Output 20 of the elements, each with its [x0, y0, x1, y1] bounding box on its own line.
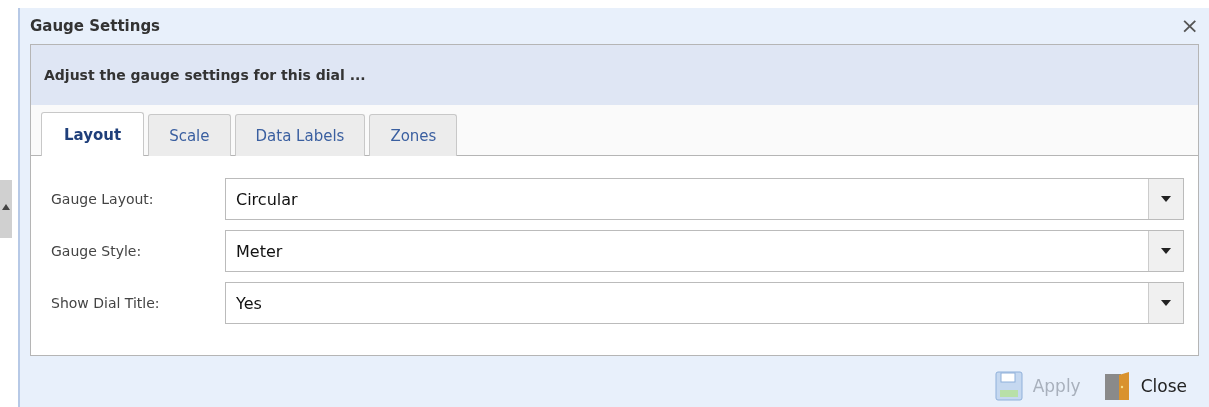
tab[interactable]: Layout — [41, 112, 145, 156]
dropdown-arrow-icon — [1161, 300, 1171, 306]
field-label: Show Dial Title: — [51, 295, 161, 311]
field-label: Gauge Layout: — [51, 191, 155, 207]
header-text: Adjust the gauge settings for this dial ... — [44, 67, 366, 83]
dropdown[interactable]: Circular — [225, 178, 1184, 220]
dropdown-arrow-icon — [1161, 196, 1171, 202]
tab[interactable]: Scale — [148, 114, 231, 156]
door-icon — [1102, 370, 1131, 401]
dropdown-arrow-icon — [1161, 248, 1171, 254]
close-dialog-button[interactable]: Close — [1102, 370, 1187, 401]
dropdown[interactable]: Meter — [225, 230, 1184, 272]
scroll-up-arrow-icon[interactable] — [2, 204, 10, 210]
tab[interactable]: Data Labels — [234, 114, 366, 156]
dropdown[interactable]: Yes — [225, 282, 1184, 324]
dialog-title: Gauge Settings — [30, 17, 161, 35]
field-label: Gauge Style: — [51, 243, 143, 259]
close-button[interactable]: × — [1180, 15, 1199, 37]
scrollbar[interactable] — [0, 180, 12, 238]
tab[interactable]: Zones — [369, 114, 458, 156]
